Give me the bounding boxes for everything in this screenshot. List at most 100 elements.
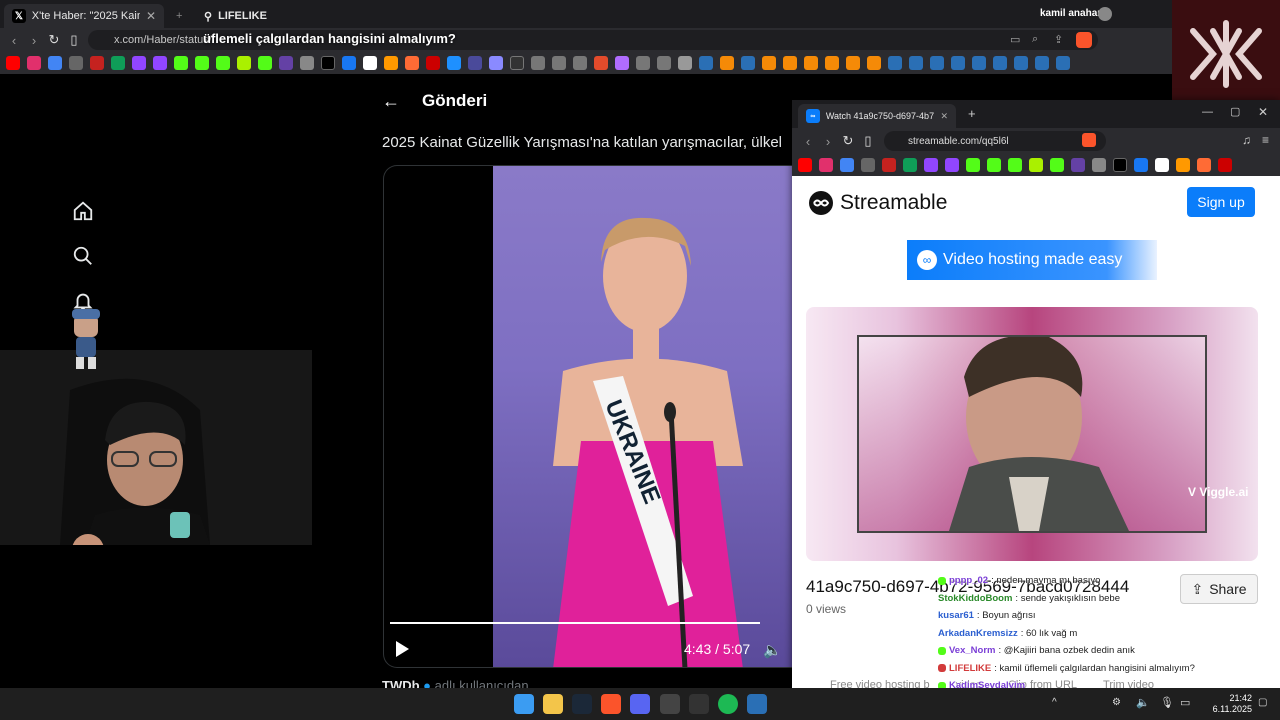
drive-icon[interactable] <box>903 158 917 172</box>
bookmark-icon[interactable] <box>867 56 881 70</box>
steam-icon[interactable] <box>930 56 944 70</box>
volume-icon[interactable]: 🔈 <box>763 641 782 659</box>
web-icon[interactable] <box>69 56 83 70</box>
instagram-icon[interactable] <box>27 56 41 70</box>
bookmark-icon[interactable] <box>342 56 356 70</box>
bookmark-icon[interactable] <box>783 56 797 70</box>
music-icon[interactable]: ♫ <box>1242 133 1251 147</box>
menu-icon[interactable]: ≡ <box>1262 133 1269 147</box>
reddit-icon[interactable] <box>594 56 608 70</box>
bookmark-icon[interactable] <box>363 56 377 70</box>
steam-icon[interactable] <box>909 56 923 70</box>
post-video[interactable]: UKRAINE <box>383 165 792 668</box>
bookmark-icon[interactable] <box>720 56 734 70</box>
zoom-icon[interactable]: ⌕ <box>1032 33 1038 46</box>
share-icon[interactable]: ⇪ <box>1054 33 1063 46</box>
bookmark-icon[interactable] <box>1155 158 1169 172</box>
sign-up-button[interactable]: Sign up <box>1187 187 1255 217</box>
obs-icon[interactable] <box>689 694 709 714</box>
tray-chevron-icon[interactable]: ^ <box>1052 697 1057 708</box>
kick-icon[interactable] <box>1050 158 1064 172</box>
close-icon[interactable]: ✕ <box>940 111 948 122</box>
kick-icon[interactable] <box>216 56 230 70</box>
twitch-icon[interactable] <box>132 56 146 70</box>
bookmark-icon[interactable] <box>510 56 524 70</box>
bookmark-icon[interactable] <box>531 56 545 70</box>
google-icon[interactable] <box>48 56 62 70</box>
back-icon[interactable]: ‹ <box>798 131 818 151</box>
bookmark-icon[interactable] <box>657 56 671 70</box>
bookmark-icon[interactable] <box>405 56 419 70</box>
x-logo-icon[interactable] <box>1113 158 1127 172</box>
discord-icon[interactable] <box>630 694 650 714</box>
youtube-icon[interactable] <box>6 56 20 70</box>
tab-lifelike[interactable]: ⚲ LIFELIKE <box>196 4 275 28</box>
bookmark-icon[interactable] <box>426 56 440 70</box>
promo-banner[interactable]: ∞ Video hosting made easy <box>907 240 1157 280</box>
app-icon[interactable] <box>747 694 767 714</box>
window-close-icon[interactable]: ✕ <box>1258 105 1268 119</box>
kick-icon[interactable] <box>174 56 188 70</box>
home-icon[interactable] <box>72 200 94 222</box>
spotify-icon[interactable] <box>718 694 738 714</box>
tab-x-haber[interactable]: 𝕏 X'te Haber: "2025 Kainat Güzelli ✕ <box>4 4 164 28</box>
bookmark-icon[interactable] <box>468 56 482 70</box>
back-icon[interactable]: ‹ <box>4 30 24 50</box>
steam-icon[interactable] <box>572 694 592 714</box>
bookmark-icon[interactable] <box>279 56 293 70</box>
steam-icon[interactable] <box>1014 56 1028 70</box>
drive-icon[interactable] <box>111 56 125 70</box>
bookmark-icon[interactable] <box>489 56 503 70</box>
forward-icon[interactable]: › <box>24 30 44 50</box>
minimize-icon[interactable]: — <box>1202 106 1213 118</box>
kick-icon[interactable] <box>1008 158 1022 172</box>
bookmark-icon[interactable] <box>300 56 314 70</box>
youtube-icon[interactable] <box>798 158 812 172</box>
popup-url-input[interactable]: streamable.com/qq5l6l <box>884 131 1106 151</box>
google-icon[interactable] <box>840 158 854 172</box>
avatar[interactable] <box>1098 7 1112 21</box>
close-icon[interactable]: ✕ <box>146 9 156 23</box>
bookmark-icon[interactable] <box>615 56 629 70</box>
bookmark-icon[interactable] <box>237 56 251 70</box>
steam-icon[interactable] <box>1035 56 1049 70</box>
web-icon[interactable] <box>861 158 875 172</box>
maximize-icon[interactable]: ▢ <box>1230 105 1240 118</box>
bookmark-icon[interactable] <box>573 56 587 70</box>
bookmark-icon[interactable] <box>846 56 860 70</box>
twitch-icon[interactable] <box>945 158 959 172</box>
bookmark-icon[interactable] <box>636 56 650 70</box>
network-icon[interactable]: ▭ <box>1180 696 1190 709</box>
app-icon[interactable] <box>660 694 680 714</box>
back-arrow-icon[interactable]: ← <box>382 91 400 112</box>
steam-icon[interactable] <box>741 56 755 70</box>
amazon-icon[interactable] <box>1176 158 1190 172</box>
reload-icon[interactable]: ↻ <box>838 131 858 151</box>
tab-streamable[interactable]: ∞ Watch 41a9c750-d697-4b72- ✕ <box>798 104 956 128</box>
folder-icon[interactable] <box>678 56 692 70</box>
steam-icon[interactable] <box>1056 56 1070 70</box>
kick-icon[interactable] <box>195 56 209 70</box>
bookmark-icon[interactable]: ▯ <box>64 30 84 50</box>
bookmark-icon[interactable] <box>1134 158 1148 172</box>
steam-icon[interactable] <box>699 56 713 70</box>
streamable-logo[interactable]: Streamable <box>808 190 947 216</box>
play-icon[interactable] <box>396 641 409 657</box>
video-progress-bar[interactable] <box>390 622 760 624</box>
bookmark-icon[interactable] <box>1197 158 1211 172</box>
steam-tray-icon[interactable]: ⚙ <box>1112 697 1121 708</box>
forward-icon[interactable]: › <box>818 131 838 151</box>
volume-icon[interactable]: 🔈 <box>1136 696 1150 709</box>
file-explorer-icon[interactable] <box>543 694 563 714</box>
new-tab-button[interactable]: + <box>968 106 976 121</box>
microphone-icon[interactable]: 🎙 <box>1160 696 1174 709</box>
steam-icon[interactable] <box>972 56 986 70</box>
brave-browser-icon[interactable] <box>601 694 621 714</box>
bookmark-icon[interactable] <box>447 56 461 70</box>
windows-start-icon[interactable] <box>514 694 534 714</box>
bookmark-icon[interactable] <box>762 56 776 70</box>
kick-icon[interactable] <box>258 56 272 70</box>
bookmark-icon[interactable] <box>804 56 818 70</box>
search-icon[interactable] <box>72 245 94 267</box>
brave-shield-icon[interactable] <box>1082 133 1096 147</box>
